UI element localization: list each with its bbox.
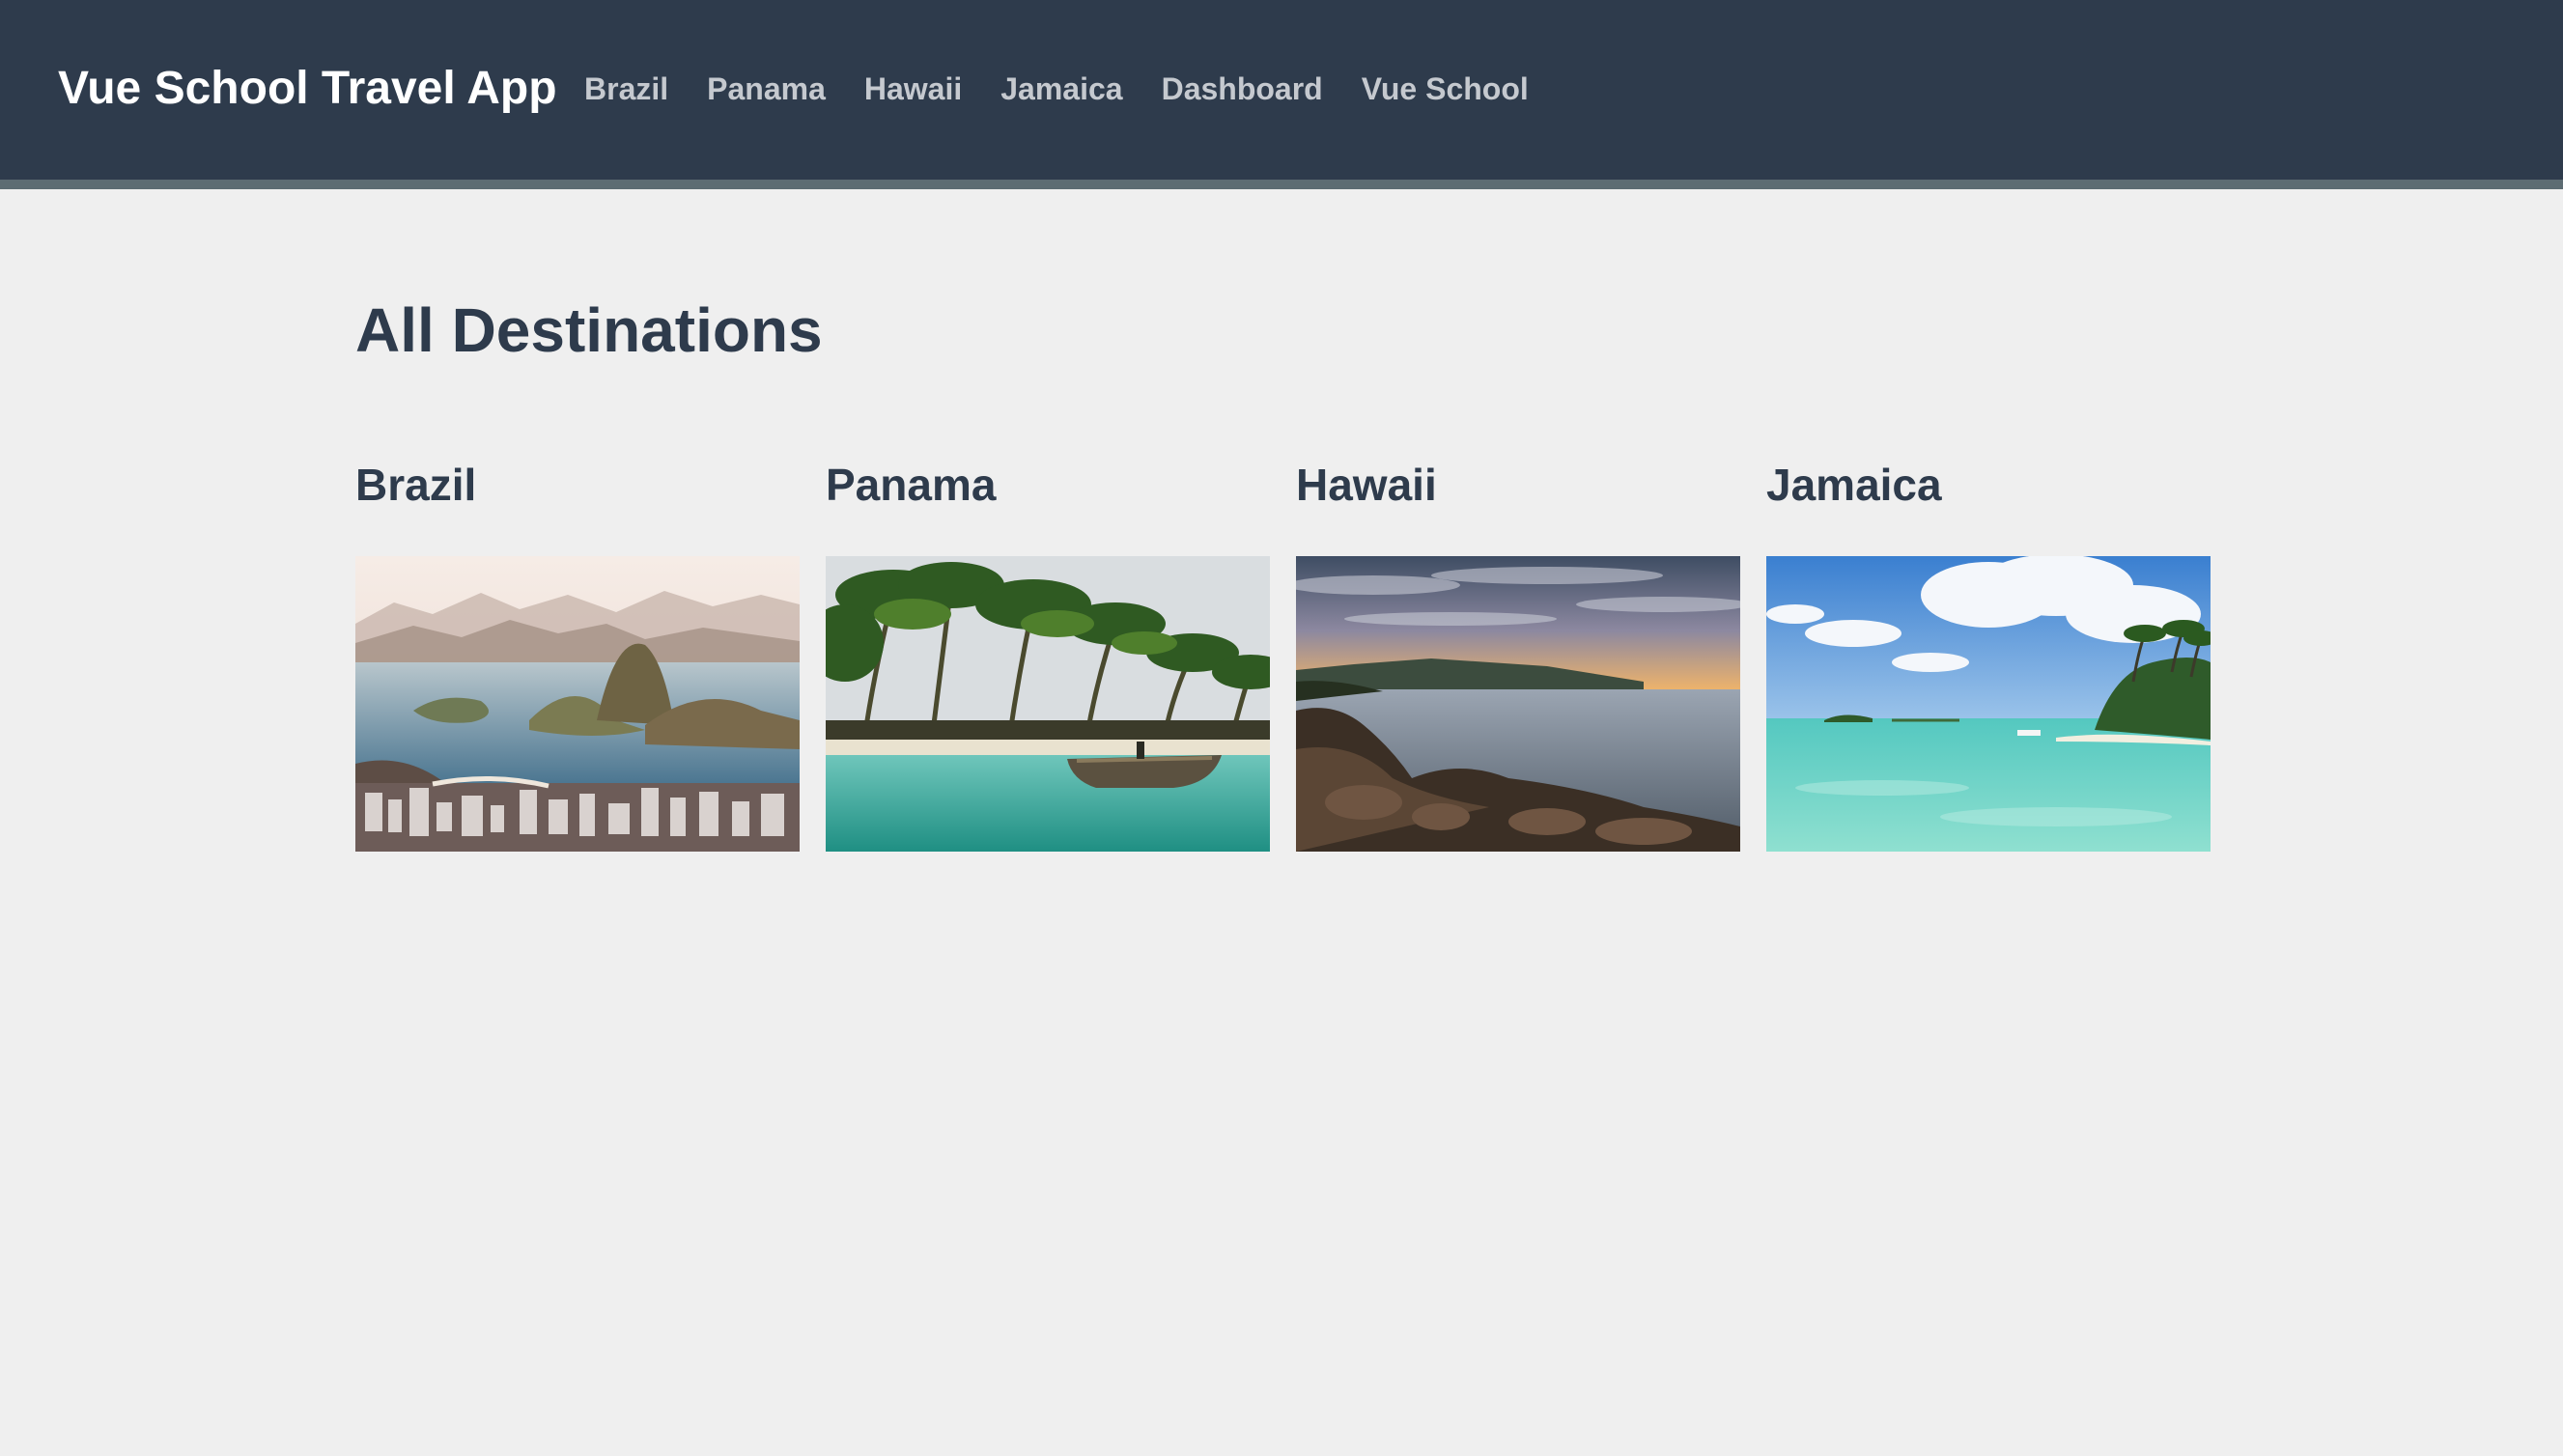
turquoise-lagoon-photo (1766, 556, 2211, 852)
destination-name: Hawaii (1296, 460, 1437, 510)
top-navbar: Vue School Travel App Brazil Panama Hawa… (0, 0, 2563, 180)
brand-link[interactable]: Vue School Travel App (58, 56, 557, 122)
nav-link-brazil[interactable]: Brazil (584, 68, 668, 110)
nav-link-jamaica[interactable]: Jamaica (1000, 68, 1122, 110)
main-nav: Brazil Panama Hawaii Jamaica Dashboard V… (584, 68, 1529, 110)
destination-card-panama[interactable]: Panama (826, 454, 1270, 852)
destinations-grid: Brazil Panama Hawaii Jamaica (355, 454, 2211, 852)
nav-link-dashboard[interactable]: Dashboard (1162, 68, 1323, 110)
nav-link-panama[interactable]: Panama (707, 68, 826, 110)
destination-name: Brazil (355, 460, 477, 510)
nav-link-vue-school[interactable]: Vue School (1362, 68, 1529, 110)
page-title: All Destinations (355, 295, 823, 365)
destination-image-jamaica[interactable] (1766, 556, 2211, 852)
destination-name: Panama (826, 460, 997, 510)
nav-link-hawaii[interactable]: Hawaii (864, 68, 962, 110)
destination-card-hawaii[interactable]: Hawaii (1296, 454, 1740, 852)
destination-card-jamaica[interactable]: Jamaica (1766, 454, 2211, 852)
destination-name: Jamaica (1766, 460, 1942, 510)
palm-beach-canoe-photo (826, 556, 1270, 852)
destination-card-brazil[interactable]: Brazil (355, 454, 800, 852)
destination-image-hawaii[interactable] (1296, 556, 1740, 852)
destination-image-brazil[interactable] (355, 556, 800, 852)
destination-image-panama[interactable] (826, 556, 1270, 852)
rocky-coast-sunset-photo (1296, 556, 1740, 852)
navbar-divider (0, 180, 2563, 189)
rio-de-janeiro-photo (355, 556, 800, 852)
